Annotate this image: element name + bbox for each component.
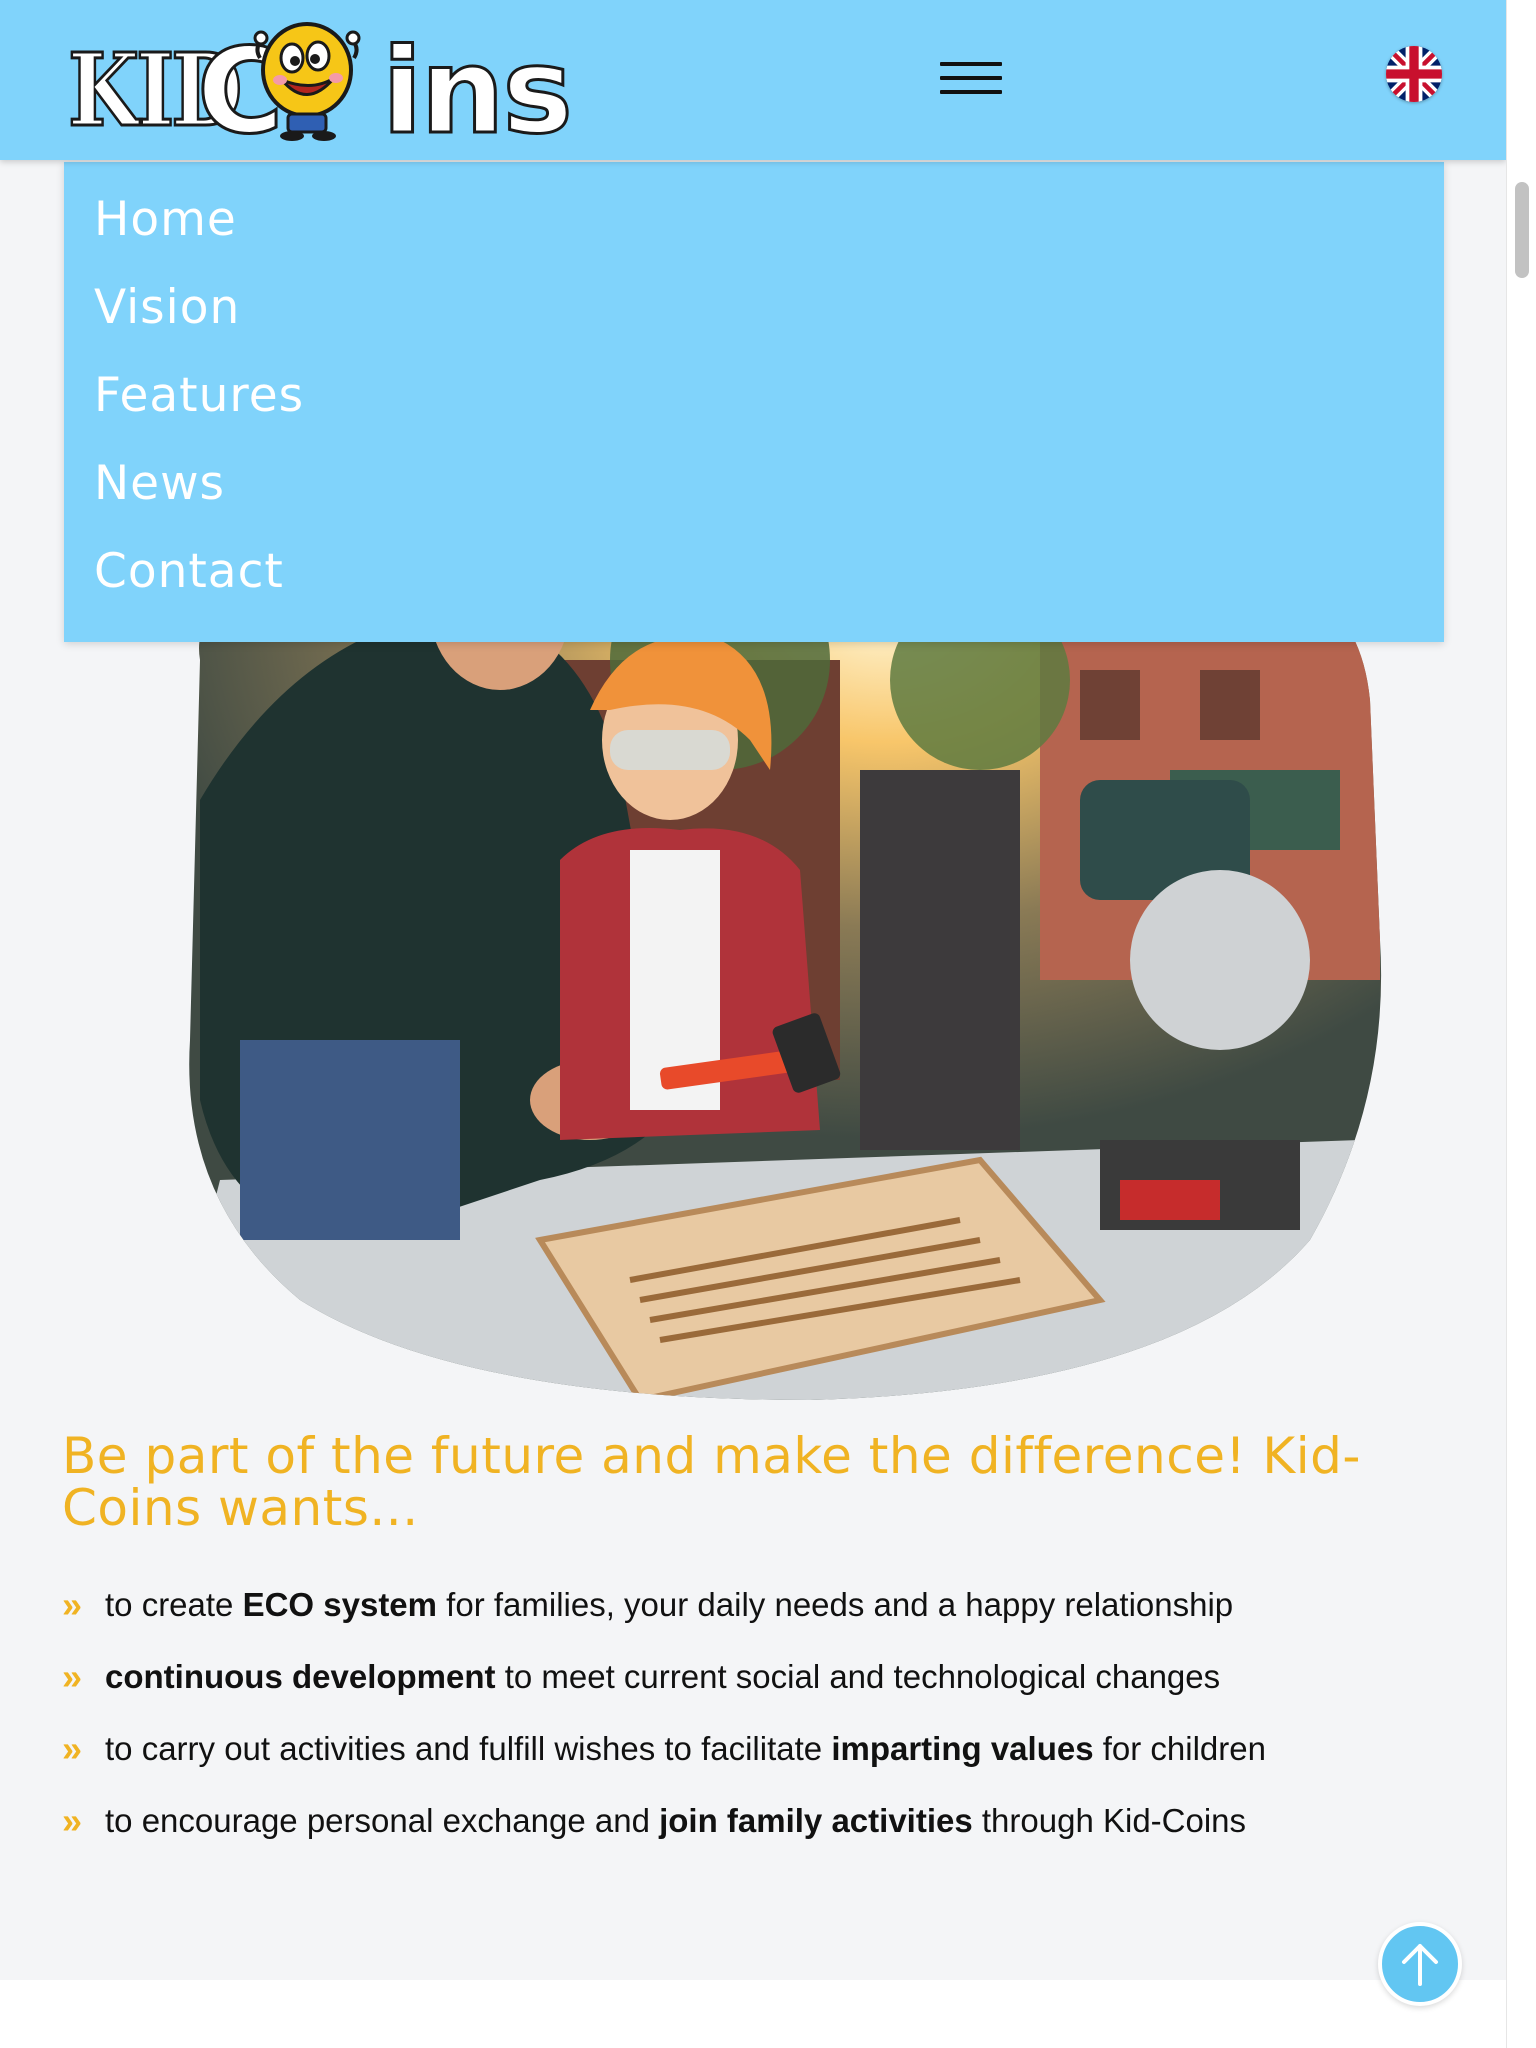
- uk-flag-graphic: [1386, 46, 1442, 102]
- list-item-text-after: for children: [1093, 1730, 1266, 1767]
- menu-item-contact[interactable]: Contact: [94, 544, 284, 599]
- list-item-text-bold: imparting values: [831, 1730, 1094, 1767]
- list-item-text-after: through Kid-Coins: [972, 1802, 1247, 1839]
- menu-item-features[interactable]: Features: [94, 368, 304, 423]
- menu-item-vision[interactable]: Vision: [94, 280, 240, 335]
- list-item-text: to create ECO system for families, your …: [105, 1586, 1233, 1624]
- list-item-text-before: to carry out activities and fulfill wish…: [105, 1730, 832, 1767]
- list-item-text: continuous development to meet current s…: [105, 1658, 1220, 1696]
- chevron-double-right-icon: »: [62, 1800, 83, 1841]
- list-item-text-before: to create: [105, 1586, 243, 1623]
- menu-item-home[interactable]: Home: [94, 192, 237, 247]
- page: KID C ins Home Vision Features News Cont…: [0, 0, 1506, 2048]
- kidcoins-logo[interactable]: KID C ins: [62, 18, 574, 152]
- arrow-up-icon: [1402, 1944, 1438, 1986]
- coin-mascot-icon: [253, 22, 361, 141]
- list-item-text-before: to encourage personal exchange and: [105, 1802, 660, 1839]
- logo-ins-text: ins: [381, 22, 575, 160]
- list-item-text: to encourage personal exchange and join …: [105, 1802, 1246, 1840]
- list-item-text-bold: ECO system: [242, 1586, 438, 1623]
- mission-headline: Be part of the future and make the diffe…: [62, 1427, 1361, 1537]
- uk-flag-icon[interactable]: [1386, 46, 1442, 102]
- list-item-text-bold: join family activities: [659, 1802, 973, 1839]
- scrollbar-thumb[interactable]: [1515, 182, 1529, 278]
- list-item: » to encourage personal exchange and joi…: [62, 1800, 1482, 1852]
- list-item: » to carry out activities and fulfill wi…: [62, 1728, 1482, 1780]
- scroll-to-top-button[interactable]: [1378, 1922, 1462, 2006]
- list-item-text-bold: continuous development: [105, 1658, 496, 1695]
- list-item: » to create ECO system for families, you…: [62, 1584, 1482, 1636]
- chevron-double-right-icon: »: [62, 1728, 83, 1769]
- list-item-text: to carry out activities and fulfill wish…: [105, 1730, 1266, 1768]
- hero-image: [189, 552, 1382, 1400]
- menu-item-news[interactable]: News: [94, 456, 225, 511]
- chevron-double-right-icon: »: [62, 1584, 83, 1625]
- menu-bar-line: [940, 90, 1002, 94]
- list-item: » continuous development to meet current…: [62, 1656, 1482, 1708]
- menu-bar-line: [940, 76, 1002, 80]
- hamburger-menu-icon[interactable]: [940, 60, 1002, 96]
- site-header: KID C ins: [0, 0, 1506, 160]
- page-scrollbar[interactable]: [1506, 0, 1536, 2048]
- list-item-text-after: to meet current social and technological…: [495, 1658, 1221, 1695]
- chevron-double-right-icon: »: [62, 1656, 83, 1697]
- menu-bar-line: [940, 62, 1002, 66]
- footer-section: [0, 1980, 1506, 2048]
- list-item-text-after: for families, your daily needs and a hap…: [437, 1586, 1234, 1623]
- nav-dropdown-menu: Home Vision Features News Contact: [64, 162, 1444, 642]
